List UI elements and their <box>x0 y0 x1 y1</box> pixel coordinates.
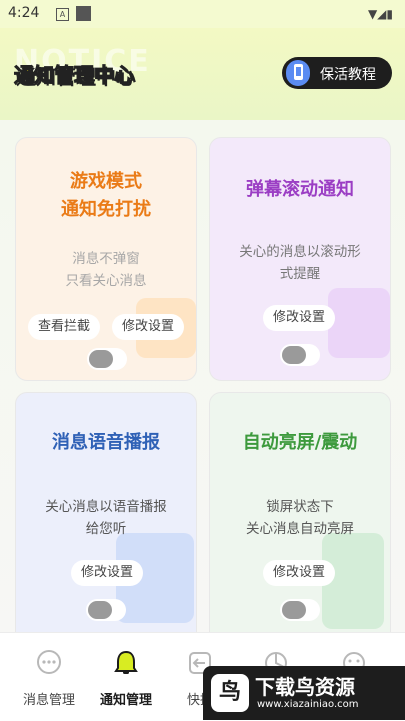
edit-settings-button[interactable]: 修改设置 <box>71 560 144 586</box>
header: NOTICE 通知管理中心 保活教程 <box>0 28 405 120</box>
card-voice-broadcast: 消息语音播报 关心消息以语音播报 给您听 修改设置 <box>15 392 197 644</box>
notification-a-icon: A <box>56 8 69 21</box>
feature-grid: 游戏模式 通知免打扰 消息不弹窗 只看关心消息 查看拦截 修改设置 弹幕滚动通知… <box>0 120 405 644</box>
edit-settings-button[interactable]: 修改设置 <box>263 305 336 331</box>
watermark-url: www.xiazainiao.com <box>257 699 359 710</box>
tab-label: 通知管理 <box>99 693 152 708</box>
card-title: 自动亮屏/震动 <box>242 432 358 453</box>
card-title: 弹幕滚动通知 <box>246 179 354 200</box>
card-title: 消息语音播报 <box>52 432 160 453</box>
tutorial-button[interactable]: 保活教程 <box>282 57 392 89</box>
status-bar: 4:24 A ▼◢▮ <box>0 0 405 28</box>
card-description: 锁屏状态下 关心消息自动亮屏 <box>246 499 354 537</box>
edit-settings-button[interactable]: 修改设置 <box>112 314 185 340</box>
tab-notification-management[interactable]: 通知管理 <box>90 633 162 721</box>
card-description: 关心的消息以滚动形 式提醒 <box>239 244 361 282</box>
notification-square-icon <box>76 6 91 21</box>
status-time: 4:24 <box>8 5 40 21</box>
card-game-mode: 游戏模式 通知免打扰 消息不弹窗 只看关心消息 查看拦截 修改设置 <box>15 137 197 381</box>
phone-hand-icon <box>286 60 310 86</box>
tab-message-management[interactable]: 消息管理 <box>13 633 85 721</box>
bird-logo-icon: 鸟 <box>211 674 249 712</box>
toggle-switch[interactable] <box>87 348 127 370</box>
toggle-switch[interactable] <box>280 599 320 621</box>
edit-settings-button[interactable]: 修改设置 <box>263 560 336 586</box>
page-title: 通知管理中心 <box>14 63 135 88</box>
toggle-knob <box>88 601 112 619</box>
chat-bubble-icon <box>37 650 61 674</box>
toggle-knob <box>282 346 306 364</box>
watermark-brand: 下载鸟资源 <box>255 675 355 699</box>
card-danmaku-notification: 弹幕滚动通知 关心的消息以滚动形 式提醒 修改设置 <box>209 137 391 381</box>
toggle-knob <box>282 601 306 619</box>
card-title: 游戏模式 通知免打扰 <box>61 171 151 220</box>
tab-label: 消息管理 <box>22 693 75 708</box>
view-blocked-button[interactable]: 查看拦截 <box>28 314 101 340</box>
card-auto-wake-vibrate: 自动亮屏/震动 锁屏状态下 关心消息自动亮屏 修改设置 <box>209 392 391 644</box>
signal-battery-icon: ▼◢▮ <box>367 7 393 21</box>
tutorial-label: 保活教程 <box>320 67 376 83</box>
bell-icon <box>114 650 138 674</box>
card-description: 关心消息以语音播报 给您听 <box>45 499 167 537</box>
site-watermark: 鸟 下载鸟资源 www.xiazainiao.com <box>203 666 405 720</box>
toggle-switch[interactable] <box>86 599 126 621</box>
toggle-switch[interactable] <box>280 344 320 366</box>
tv-icon <box>328 288 390 358</box>
toggle-knob <box>89 350 113 368</box>
card-description: 消息不弹窗 只看关心消息 <box>65 251 147 289</box>
